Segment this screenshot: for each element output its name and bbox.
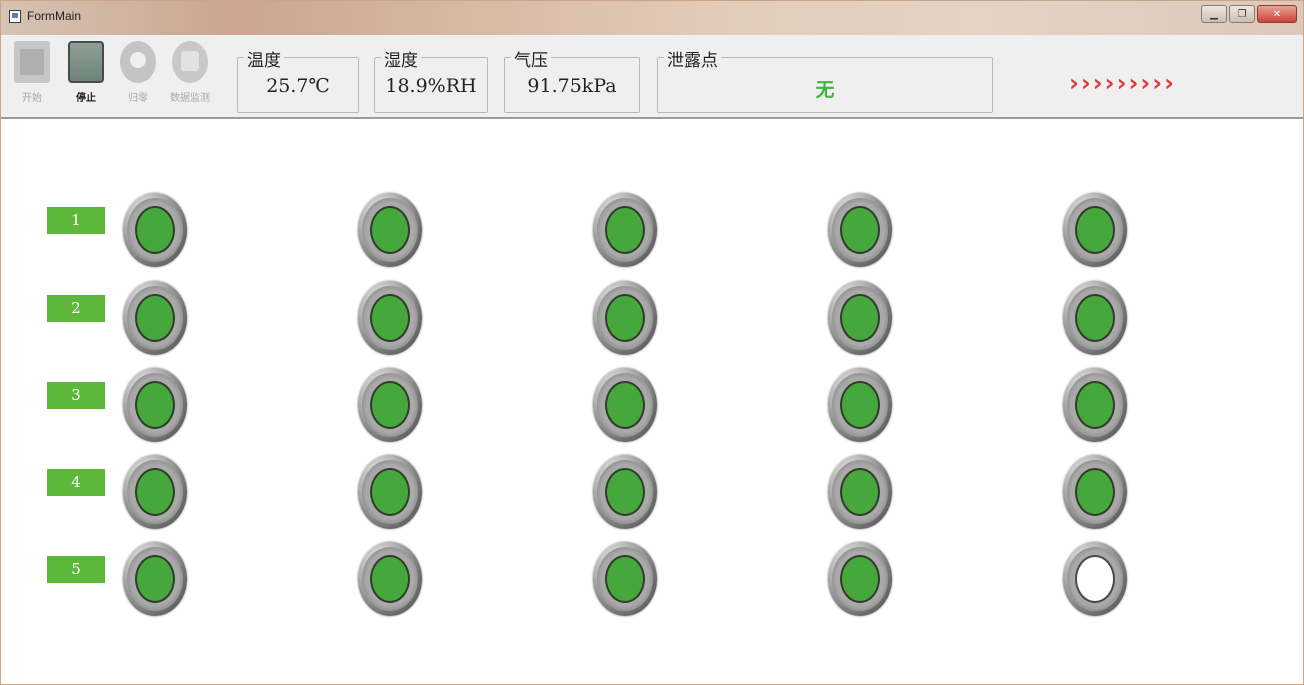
monitor-icon — [172, 41, 208, 83]
status-lamp-1-3 — [593, 193, 657, 267]
row-label-2: 2 — [47, 295, 105, 322]
humidity-value: 18.9%RH — [385, 75, 477, 97]
lamp-indicator — [840, 381, 880, 429]
lamp-indicator — [1075, 381, 1115, 429]
minimize-button[interactable]: ▁ — [1201, 5, 1227, 23]
lamp-indicator — [840, 294, 880, 342]
row-label-1: 1 — [47, 207, 105, 234]
monitor-button[interactable]: 数据监测 — [167, 41, 213, 113]
restore-button[interactable]: ❐ — [1229, 5, 1255, 23]
lamp-indicator — [370, 294, 410, 342]
status-lamp-3-5 — [1063, 368, 1127, 442]
row-label-3: 3 — [47, 382, 105, 409]
status-lamp-5-3 — [593, 542, 657, 616]
lamp-indicator — [605, 294, 645, 342]
lamp-indicator — [1075, 294, 1115, 342]
status-lamp-3-4 — [828, 368, 892, 442]
status-lamp-4-3 — [593, 455, 657, 529]
status-lamp-3-1 — [123, 368, 187, 442]
minimize-icon: ▁ — [1210, 8, 1218, 20]
humidity-label: 湿度 — [381, 46, 421, 71]
toolbar: 开始 停止 归零 数据监测 温度 25.7℃ 湿度 18.9%RH 气压 91.… — [1, 35, 1303, 119]
pressure-label: 气压 — [511, 46, 551, 71]
status-lamp-1-2 — [358, 193, 422, 267]
start-button[interactable]: 开始 — [9, 41, 55, 113]
lamp-indicator — [135, 468, 175, 516]
monitor-label: 数据监测 — [170, 93, 210, 104]
status-lamp-5-5 — [1063, 542, 1127, 616]
lamp-indicator — [1075, 468, 1115, 516]
row-label-4: 4 — [47, 469, 105, 496]
humidity-group: 湿度 18.9%RH — [374, 46, 488, 113]
form-main-window: FormMain ▁ ❐ ✕ 开始 停止 归零 数据监测 温度 25.7℃ 湿度… — [0, 0, 1304, 685]
lamp-indicator — [840, 555, 880, 603]
lamp-indicator — [605, 468, 645, 516]
play-icon — [14, 41, 50, 83]
status-lamp-1-5 — [1063, 193, 1127, 267]
temperature-value: 25.7℃ — [266, 75, 330, 97]
lamp-indicator — [135, 206, 175, 254]
reset-icon — [120, 41, 156, 83]
dewpoint-value: 无 — [815, 79, 835, 101]
row-label-5: 5 — [47, 556, 105, 583]
status-lamp-5-2 — [358, 542, 422, 616]
lamp-indicator — [840, 468, 880, 516]
temperature-group: 温度 25.7℃ — [237, 46, 359, 113]
lamp-indicator — [605, 555, 645, 603]
pressure-group: 气压 91.75kPa — [504, 46, 640, 113]
lamp-indicator — [370, 206, 410, 254]
pressure-value: 91.75kPa — [527, 75, 617, 97]
status-lamp-3-2 — [358, 368, 422, 442]
lamp-indicator — [135, 381, 175, 429]
dewpoint-label: 泄露点 — [664, 46, 721, 71]
dewpoint-group: 泄露点 无 — [657, 46, 993, 113]
status-lamp-2-3 — [593, 281, 657, 355]
status-lamp-2-1 — [123, 281, 187, 355]
lamp-indicator — [840, 206, 880, 254]
progress-arrows: ››››››››› — [1069, 69, 1177, 97]
status-lamp-1-1 — [123, 193, 187, 267]
stop-label: 停止 — [76, 93, 96, 104]
status-lamp-4-2 — [358, 455, 422, 529]
status-lamp-4-5 — [1063, 455, 1127, 529]
status-lamp-5-4 — [828, 542, 892, 616]
lamp-grid: 1 2 3 4 5 — [1, 119, 1303, 684]
lamp-indicator — [605, 206, 645, 254]
lamp-indicator — [370, 555, 410, 603]
status-lamp-2-4 — [828, 281, 892, 355]
status-lamp-2-5 — [1063, 281, 1127, 355]
status-lamp-1-4 — [828, 193, 892, 267]
status-lamp-4-1 — [123, 455, 187, 529]
restore-icon: ❐ — [1237, 8, 1247, 20]
window-controls: ▁ ❐ ✕ — [1201, 5, 1297, 23]
status-lamp-3-3 — [593, 368, 657, 442]
lamp-indicator — [370, 468, 410, 516]
lamp-indicator — [135, 294, 175, 342]
stop-button[interactable]: 停止 — [63, 41, 109, 113]
lamp-indicator — [1075, 206, 1115, 254]
temperature-label: 温度 — [244, 46, 284, 71]
start-label: 开始 — [22, 93, 42, 104]
stop-icon — [68, 41, 104, 83]
lamp-indicator — [1075, 555, 1115, 603]
status-lamp-5-1 — [123, 542, 187, 616]
window-title: FormMain — [27, 9, 82, 23]
status-lamp-2-2 — [358, 281, 422, 355]
title-bar[interactable]: FormMain ▁ ❐ ✕ — [1, 1, 1303, 35]
close-button[interactable]: ✕ — [1257, 5, 1297, 23]
app-icon — [9, 10, 21, 23]
close-icon: ✕ — [1272, 8, 1282, 20]
lamp-indicator — [370, 381, 410, 429]
lamp-indicator — [135, 555, 175, 603]
status-lamp-4-4 — [828, 455, 892, 529]
reset-label: 归零 — [128, 93, 148, 104]
lamp-indicator — [605, 381, 645, 429]
reset-button[interactable]: 归零 — [115, 41, 161, 113]
